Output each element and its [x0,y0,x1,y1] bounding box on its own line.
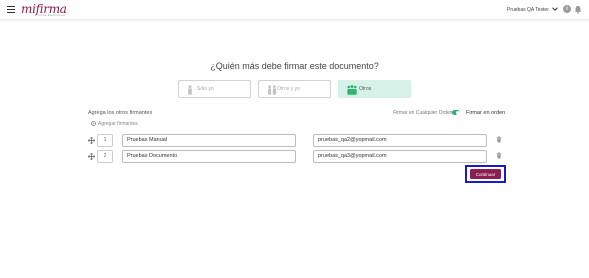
option-label: Otros [359,86,372,92]
signer-name-field[interactable]: Pruebas Manual [122,134,296,147]
single-person-icon [188,85,192,95]
top-bar: mifirma Firma Electrónica Pruebas QA Tes… [0,0,589,20]
two-people-icon [268,85,276,95]
trash-icon[interactable] [496,136,502,143]
signers-section-title: Agrega los otros firmantes [88,110,153,116]
help-icon[interactable]: i [563,5,571,13]
chevron-down-icon[interactable] [552,6,558,12]
page-title: ¿Quién más debe firmar este documento? [210,61,379,71]
option-others[interactable]: Otros [338,80,411,98]
option-label: Otros y yo [277,86,300,92]
add-signer-button[interactable]: + Agregar firmantes [91,121,138,127]
signer-email-field[interactable]: pruebas_qa3@yopmail.com [313,150,487,163]
order-sequential-label: Firmar en orden [466,110,506,116]
trash-icon[interactable] [496,152,502,159]
option-label: Sólo yo [197,86,214,92]
signer-order-field[interactable]: 2 [97,150,113,163]
group-icon [347,85,357,95]
user-name[interactable]: Pruebas QA Tester [507,7,549,13]
signer-order-field[interactable]: 1 [97,134,113,147]
sign-order-toggle[interactable] [452,110,460,115]
signer-email-field[interactable]: pruebas_qa2@yopmail.com [313,134,487,147]
add-signer-label: Agregar firmantes [98,121,138,127]
bell-icon[interactable] [574,5,582,14]
logo-subtitle: Firma Electrónica [38,13,65,17]
drag-handle-icon[interactable] [88,153,95,160]
signer-name-field[interactable]: Pruebas Documento [122,150,296,163]
drag-handle-icon[interactable] [88,137,95,144]
signer-row: 1 Pruebas Manual pruebas_qa2@yopmail.com [0,134,589,147]
plus-circle-icon: + [91,121,96,127]
menu-icon[interactable] [7,6,15,14]
option-only-me[interactable]: Sólo yo [178,80,251,98]
signer-row: 2 Pruebas Documento pruebas_qa3@yopmail.… [0,150,589,163]
order-any-label: Firmar en Cualquier Orden [393,110,453,116]
option-others-and-me[interactable]: Otros y yo [258,80,331,98]
continue-button[interactable]: Continuar [470,169,501,179]
